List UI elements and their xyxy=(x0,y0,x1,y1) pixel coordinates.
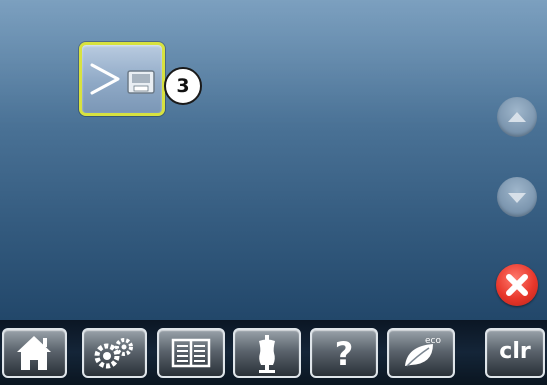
eco-button[interactable]: eco xyxy=(387,328,455,378)
tutorial-button[interactable] xyxy=(157,328,225,378)
callout-number-badge: 3 xyxy=(164,67,202,105)
home-icon xyxy=(17,336,51,370)
scroll-up-button[interactable] xyxy=(497,97,537,137)
home-button[interactable] xyxy=(2,328,67,378)
stitch-to-memory-icon xyxy=(90,63,155,95)
chevron-down-icon xyxy=(508,193,526,203)
clear-button[interactable]: clr xyxy=(485,328,545,378)
setup-button[interactable] xyxy=(82,328,147,378)
help-button[interactable]: ? xyxy=(310,328,378,378)
creative-consultant-dress-form-icon xyxy=(259,335,275,373)
setup-gears-icon xyxy=(94,338,133,369)
tutorial-book-icon xyxy=(171,338,211,368)
scroll-down-button[interactable] xyxy=(497,177,537,217)
sewing-machine-screen: 3 ? eco clr xyxy=(0,0,547,385)
clear-button-label: clr xyxy=(499,339,531,364)
help-question-icon: ? xyxy=(335,335,354,373)
eco-leaf-icon: eco xyxy=(405,336,441,367)
chevron-up-icon xyxy=(508,112,526,122)
stitch-to-memory-tile[interactable] xyxy=(79,42,165,116)
eco-label: eco xyxy=(425,336,441,346)
svg-text:?: ? xyxy=(335,335,354,373)
creative-consultant-button[interactable] xyxy=(233,328,301,378)
close-icon xyxy=(506,274,528,296)
main-display-area: 3 xyxy=(0,0,547,320)
close-button[interactable] xyxy=(496,264,538,306)
